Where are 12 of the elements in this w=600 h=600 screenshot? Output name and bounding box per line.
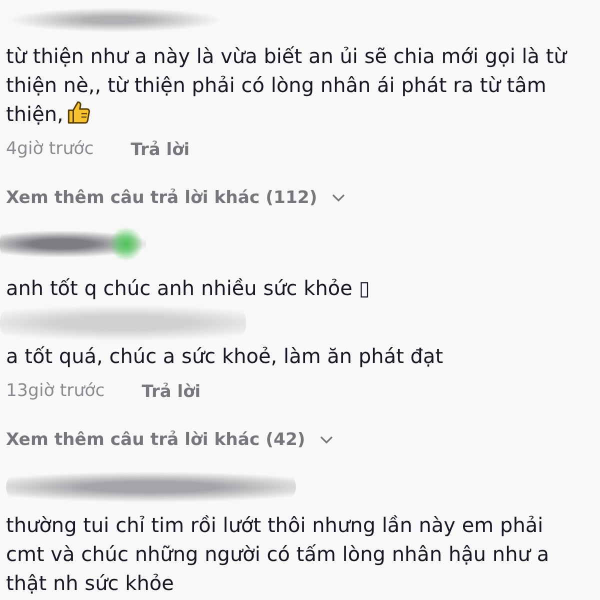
comment-text: từ thiện như a này là vừa biết an ủi sẽ chia mới gọi là từ thiện nè,, từ thiện phải có lòng nhân ái phát ra từ tâm thiện, — [6, 43, 568, 128]
timestamp: 4giờ trước — [6, 138, 94, 162]
view-more-replies-button[interactable]: Xem thêm câu trả lời khác (112) — [6, 187, 346, 209]
reply-link[interactable]: Trả lời — [130, 139, 190, 161]
chevron-down-icon — [332, 194, 346, 202]
comment-text: a tốt quá, chúc a sức khoẻ, làm ăn phát đạt — [6, 343, 444, 370]
comment-text: thường tui chỉ tim rồi lướt thôi nhưng lần này em phải cmt và chúc những người có tấm lòng nhân hậu như a thật nh sức khỏe — [6, 512, 550, 597]
chevron-down-icon — [320, 436, 334, 444]
comment-text: anh tốt q chúc anh nhiều sức khỏe ▯ — [6, 275, 371, 302]
view-more-replies-button[interactable]: Xem thêm câu trả lời khác (42) — [6, 429, 334, 451]
reply-link[interactable]: Trả lời — [142, 381, 201, 403]
timestamp: 13giờ trước — [6, 380, 105, 404]
